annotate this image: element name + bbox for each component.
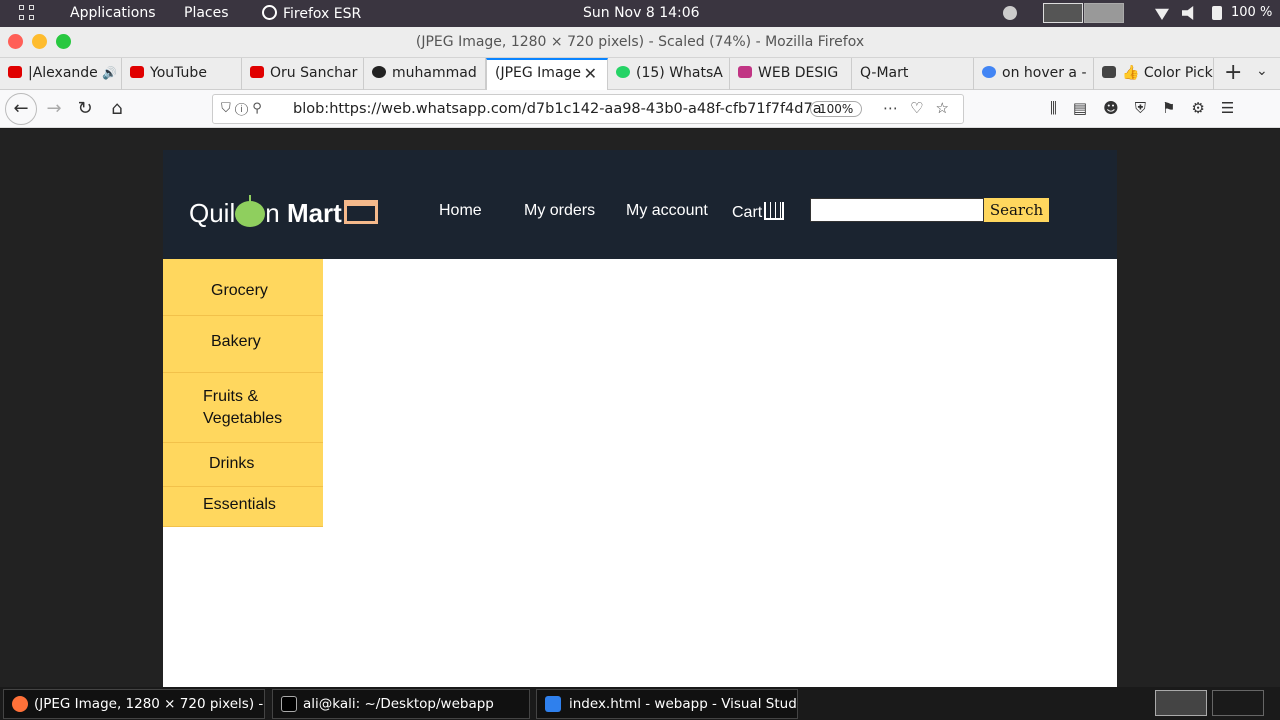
- back-button[interactable]: ←: [5, 93, 37, 125]
- url-text[interactable]: blob:https://web.whatsapp.com/d7b1c142-a…: [293, 101, 822, 117]
- search-button[interactable]: Search: [984, 198, 1049, 222]
- home-button[interactable]: ⌂: [103, 95, 131, 123]
- site-info-icon[interactable]: ⛉ ⓘ ⚲: [221, 101, 262, 116]
- youtube-icon: [250, 66, 264, 78]
- tab-label: (JPEG Image: [495, 65, 582, 81]
- navigation-toolbar: ← → ↻ ⌂ ⛉ ⓘ ⚲ blob:https://web.whatsapp.…: [0, 90, 1280, 128]
- google-icon: [982, 66, 996, 78]
- cart-label: Cart: [732, 204, 763, 221]
- tab-label: on hover a -: [1002, 65, 1087, 81]
- toolbar-extensions-icon[interactable]: ⫼▤☻⛨⚑⚙☰: [1050, 99, 1250, 117]
- workspace-1[interactable]: [1043, 3, 1083, 23]
- color-picker-icon: [1102, 66, 1116, 78]
- tab-label: Q-Mart: [860, 65, 909, 81]
- tab-youtube-alexander[interactable]: |Alexande 🔊: [0, 58, 122, 90]
- taskbar-workspace-2[interactable]: [1212, 690, 1264, 716]
- tab-label: YouTube: [150, 65, 207, 81]
- taskbar-item-firefox[interactable]: (JPEG Image, 1280 × 720 pixels) - ...: [3, 689, 265, 719]
- whatsapp-icon: [616, 66, 630, 78]
- taskbar-item-terminal[interactable]: ali@kali: ~/Desktop/webapp: [272, 689, 530, 719]
- battery-icon[interactable]: [1212, 6, 1222, 20]
- battery-level: 100 %: [1231, 5, 1273, 20]
- top-panel: Applications Places Firefox ESR Sun Nov …: [0, 0, 1280, 27]
- category-bakery[interactable]: Bakery: [163, 316, 323, 373]
- nav-my-account[interactable]: My account: [626, 202, 708, 220]
- store-icon: [343, 200, 378, 224]
- window-title: (JPEG Image, 1280 × 720 pixels) - Scaled…: [415, 34, 865, 50]
- terminal-icon: [281, 696, 297, 712]
- address-bar[interactable]: ⛉ ⓘ ⚲ blob:https://web.whatsapp.com/d7b1…: [212, 94, 964, 124]
- nav-cart[interactable]: Cart: [732, 202, 785, 222]
- tab-q-mart[interactable]: Q-Mart: [852, 58, 974, 90]
- tab-label: WEB DESIG: [758, 65, 839, 81]
- category-essentials[interactable]: Essentials: [163, 487, 323, 527]
- apple-icon: [235, 195, 266, 227]
- active-app-menu[interactable]: Firefox ESR: [262, 5, 361, 22]
- logo-text-bold: Mart: [286, 198, 342, 228]
- github-icon: [372, 66, 386, 78]
- tab-jpeg-image[interactable]: (JPEG Image ✕: [486, 58, 608, 90]
- youtube-icon: [130, 66, 144, 78]
- forward-button[interactable]: →: [40, 95, 68, 123]
- tab-label: Oru Sanchar: [270, 65, 358, 81]
- taskbar-item-vscode[interactable]: index.html - webapp - Visual Stud...: [536, 689, 798, 719]
- tab-label: |Alexande: [28, 65, 98, 81]
- close-tab-icon[interactable]: ✕: [584, 64, 597, 83]
- taskbar-item-label: index.html - webapp - Visual Stud...: [569, 696, 798, 712]
- tab-youtube[interactable]: YouTube: [122, 58, 242, 90]
- vscode-icon: [545, 696, 561, 712]
- content-viewport: Quil n Mart Home My orders My account Car…: [0, 129, 1280, 687]
- window-titlebar: (JPEG Image, 1280 × 720 pixels) - Scaled…: [0, 27, 1280, 58]
- tab-whatsapp[interactable]: (15) WhatsA: [608, 58, 730, 90]
- app-grid-icon[interactable]: [19, 5, 37, 23]
- tab-github[interactable]: muhammad: [364, 58, 486, 90]
- tab-oru-sanchar[interactable]: Oru Sanchar: [242, 58, 364, 90]
- firefox-icon: [12, 696, 28, 712]
- category-drinks[interactable]: Drinks: [163, 443, 323, 487]
- tab-color-picker[interactable]: 👍 Color Pick: [1094, 58, 1214, 90]
- reload-button[interactable]: ↻: [71, 95, 99, 123]
- tab-label: 👍 Color Pick: [1122, 65, 1213, 81]
- instagram-icon: [738, 66, 752, 78]
- category-grocery[interactable]: Grocery: [163, 259, 323, 316]
- site-header: Quil n Mart Home My orders My account Car…: [163, 150, 1117, 259]
- places-menu[interactable]: Places: [184, 5, 229, 21]
- taskbar-item-label: ali@kali: ~/Desktop/webapp: [303, 696, 494, 712]
- tab-label: (15) WhatsA: [636, 65, 723, 81]
- workspace-2[interactable]: [1084, 3, 1124, 23]
- speaker-icon[interactable]: 🔊: [102, 66, 117, 80]
- clock[interactable]: Sun Nov 8 14:06: [583, 5, 700, 21]
- category-fruits-vegetables[interactable]: Fruits & Vegetables: [163, 373, 323, 443]
- active-app-label: Firefox ESR: [283, 6, 362, 22]
- taskbar-workspace-1[interactable]: [1155, 690, 1207, 716]
- people-icon[interactable]: [1003, 6, 1017, 20]
- nav-my-orders[interactable]: My orders: [524, 202, 595, 220]
- taskbar-item-label: (JPEG Image, 1280 × 720 pixels) - ...: [34, 696, 265, 712]
- scaled-image: Quil n Mart Home My orders My account Car…: [163, 150, 1117, 687]
- category-sidebar: Grocery Bakery Fruits & Vegetables Drink…: [163, 259, 323, 527]
- list-tabs-chevron-icon[interactable]: ⌄: [1256, 63, 1268, 79]
- volume-icon[interactable]: [1182, 6, 1194, 20]
- logo-text-middle: n: [265, 198, 287, 228]
- tab-google-hover[interactable]: on hover a -: [974, 58, 1094, 90]
- taskbar: (JPEG Image, 1280 × 720 pixels) - ... al…: [0, 687, 1280, 720]
- youtube-icon: [8, 66, 22, 78]
- tab-label: muhammad: [392, 65, 477, 81]
- cart-icon: [764, 202, 785, 220]
- tab-web-design[interactable]: WEB DESIG: [730, 58, 852, 90]
- tab-strip: |Alexande 🔊 YouTube Oru Sanchar muhammad…: [0, 58, 1280, 90]
- page-actions-icon[interactable]: ⋯♡☆: [883, 99, 961, 117]
- quilon-mart-logo[interactable]: Quil n Mart: [189, 195, 378, 229]
- zoom-level-button[interactable]: 100%: [810, 101, 863, 117]
- new-tab-button[interactable]: +: [1224, 60, 1242, 85]
- logo-text-start: Quil: [189, 198, 236, 228]
- nav-home[interactable]: Home: [439, 202, 482, 220]
- firefox-icon: [262, 5, 277, 20]
- applications-menu[interactable]: Applications: [70, 5, 156, 21]
- search-input[interactable]: [810, 198, 984, 222]
- wifi-icon[interactable]: [1155, 8, 1169, 20]
